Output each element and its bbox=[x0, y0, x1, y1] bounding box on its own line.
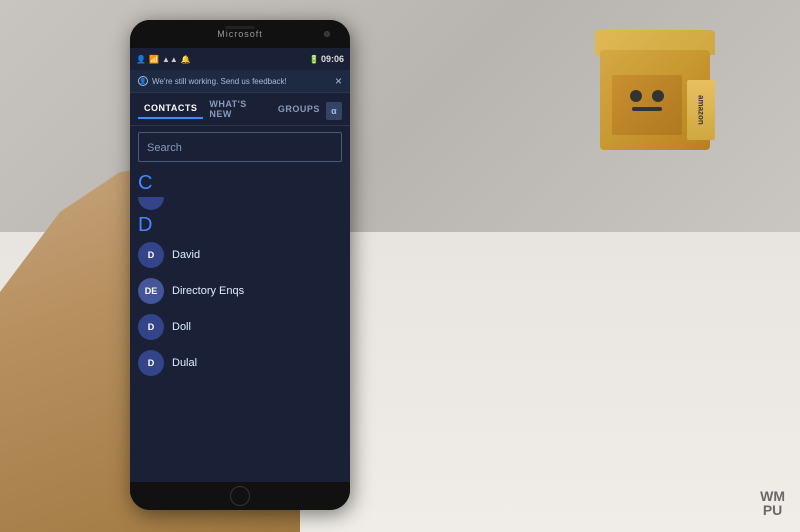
home-button[interactable] bbox=[230, 486, 250, 506]
wmpu-wm: WM bbox=[760, 489, 785, 503]
signal-icon: 📶 bbox=[149, 55, 159, 64]
phone-speaker bbox=[225, 26, 255, 29]
contact-avatar-david: D bbox=[138, 242, 164, 268]
amazon-label: amazon bbox=[687, 80, 715, 140]
person-status-icon: 👤 bbox=[136, 55, 146, 64]
contact-avatar-doll: D bbox=[138, 314, 164, 340]
box-eye-left bbox=[630, 90, 642, 102]
tab-groups[interactable]: GROUPS bbox=[272, 104, 326, 118]
tab-contacts[interactable]: CONTACTS bbox=[138, 103, 203, 119]
notification-close-button[interactable]: × bbox=[335, 74, 342, 88]
contact-avatar-de: DE bbox=[138, 278, 164, 304]
contact-dulal[interactable]: D Dulal bbox=[130, 345, 350, 381]
contact-name-dulal: Dulal bbox=[172, 357, 197, 369]
contact-david[interactable]: D David bbox=[130, 237, 350, 273]
box-mouth bbox=[632, 107, 662, 111]
phone-screen: 👤 📶 ▲▲ 🔔 🔋 09:06 👤 We're still working. … bbox=[130, 48, 350, 482]
notif-person-icon: 👤 bbox=[138, 76, 148, 86]
contact-avatar-dulal: D bbox=[138, 350, 164, 376]
contact-name-david: David bbox=[172, 249, 200, 261]
contact-doll[interactable]: D Doll bbox=[130, 309, 350, 345]
section-d: D bbox=[130, 210, 350, 237]
tab-whats-new[interactable]: WHAT'S NEW bbox=[203, 99, 271, 123]
tab-navigation: CONTACTS WHAT'S NEW GROUPS α bbox=[130, 93, 350, 126]
contact-name-doll: Doll bbox=[172, 321, 191, 333]
section-c: C bbox=[130, 168, 350, 195]
wmpu-watermark: WM PU bbox=[760, 489, 785, 517]
notification-bar: 👤 We're still working. Send us feedback!… bbox=[130, 70, 350, 93]
status-icons: 👤 📶 ▲▲ 🔔 bbox=[136, 55, 191, 64]
bell-icon: 🔔 bbox=[181, 55, 191, 64]
partial-contact-c bbox=[138, 197, 164, 210]
notification-text: 👤 We're still working. Send us feedback! bbox=[138, 76, 287, 86]
box-eye-right bbox=[652, 90, 664, 102]
phone-camera bbox=[324, 31, 330, 37]
search-box[interactable]: Search bbox=[138, 132, 342, 162]
battery-icon: 🔋 bbox=[309, 55, 319, 64]
wmpu-pu: PU bbox=[763, 503, 782, 517]
phone-brand: Microsoft bbox=[217, 29, 263, 39]
status-time: 09:06 bbox=[321, 54, 344, 64]
box-face bbox=[612, 75, 682, 135]
status-battery: 🔋 09:06 bbox=[309, 54, 344, 64]
search-placeholder: Search bbox=[147, 142, 182, 154]
contact-directory-enqs[interactable]: DE Directory Enqs bbox=[130, 273, 350, 309]
contact-name-directory-enqs: Directory Enqs bbox=[172, 285, 244, 297]
phone: Microsoft 👤 📶 ▲▲ 🔔 🔋 09:06 👤 We're still… bbox=[130, 20, 350, 510]
amazon-box: amazon bbox=[590, 30, 720, 160]
wifi-icon: ▲▲ bbox=[162, 55, 178, 64]
status-bar: 👤 📶 ▲▲ 🔔 🔋 09:06 bbox=[130, 48, 350, 70]
phone-bottom bbox=[130, 482, 350, 510]
notification-message: We're still working. Send us feedback! bbox=[152, 77, 287, 86]
phone-top: Microsoft bbox=[130, 20, 350, 48]
alpha-button[interactable]: α bbox=[326, 102, 342, 120]
